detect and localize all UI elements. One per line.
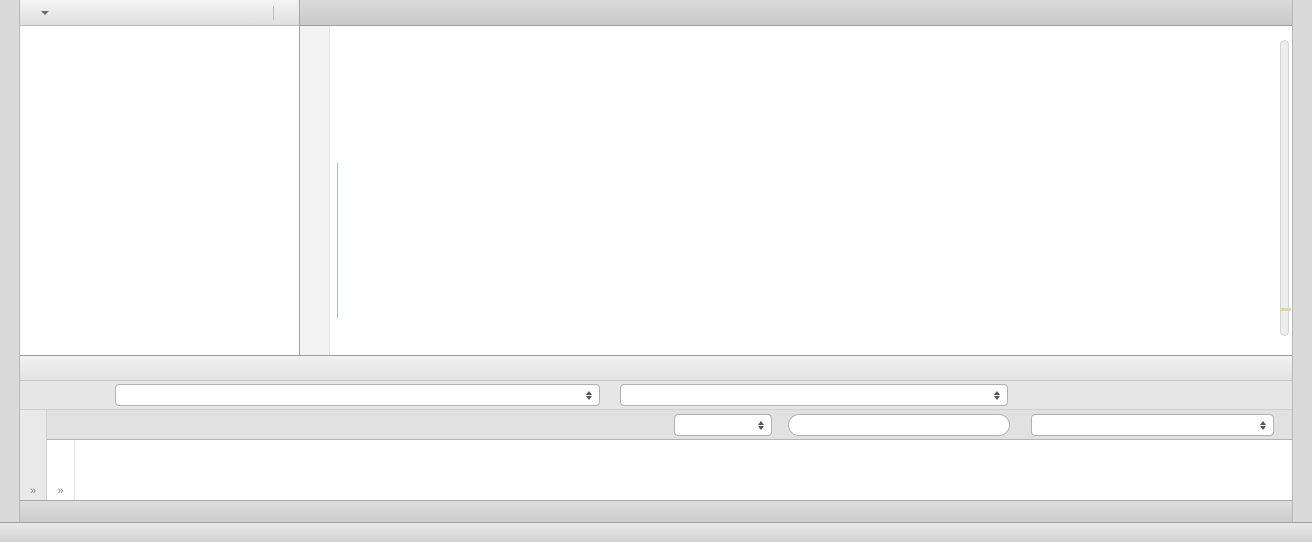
project-tool-window [20,0,300,355]
more-chevrons-icon[interactable]: » [30,486,36,497]
android-panel-side-toolbar: » [20,410,47,500]
logcat-filter-selector[interactable] [1031,414,1274,436]
android-panel-titlebar [20,356,1292,381]
status-bar [0,522,1312,542]
right-tool-stripe [1292,0,1312,522]
error-stripe-mark[interactable] [1280,308,1291,311]
android-studio-window: » » [0,0,1312,542]
android-tool-window: » » [20,355,1292,500]
more-chevrons-icon[interactable]: » [57,486,63,497]
stepper-icon [1254,420,1266,430]
logcat-output[interactable] [75,440,1292,500]
search-input[interactable] [803,418,1000,432]
project-view-selector[interactable] [27,9,53,17]
chevron-down-icon [41,10,49,15]
tool-window-bar [20,500,1292,522]
logcat-search-field[interactable] [788,414,1010,436]
editor-area [300,0,1292,355]
editor-body[interactable] [300,26,1292,355]
logcat-side-toolbar: » [47,440,75,500]
divider [273,5,274,20]
device-toolbar [20,381,1292,410]
process-selector[interactable] [620,384,1008,406]
upper-area [20,0,1292,355]
logcat-tab-row [47,410,1292,440]
project-tree [20,26,299,355]
project-panel-header [20,0,299,26]
device-selector[interactable] [115,384,600,406]
left-tool-stripe [0,0,20,522]
stepper-icon [580,390,592,400]
stepper-icon [752,420,764,430]
editor-tab-bar [300,0,1292,26]
log-level-selector[interactable] [674,414,772,436]
stepper-icon [988,390,1000,400]
indent-guide [337,163,338,318]
editor-gutter[interactable] [300,26,330,355]
logcat-console: » [47,440,1292,500]
editor-scrollbar[interactable] [1280,40,1289,336]
main-column: » » [20,0,1292,522]
